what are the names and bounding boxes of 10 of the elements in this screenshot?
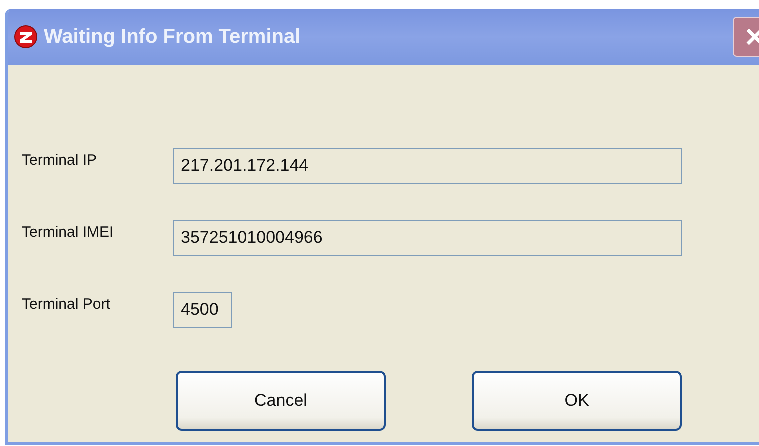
field-label: Terminal IP — [22, 152, 98, 168]
dialog-button[interactable]: Cancel — [176, 371, 386, 431]
text-field[interactable]: 217.201.172.144 — [173, 148, 682, 184]
app-logo-icon — [14, 25, 38, 49]
window-title: Waiting Info From Terminal — [44, 26, 302, 48]
text-field[interactable]: 4500 — [173, 292, 232, 328]
field-label: Terminal Port — [22, 296, 112, 312]
field-label: Terminal IMEI — [22, 224, 115, 240]
dialog-button[interactable]: OK — [472, 371, 682, 431]
text-field[interactable]: 357251010004966 — [173, 220, 682, 256]
